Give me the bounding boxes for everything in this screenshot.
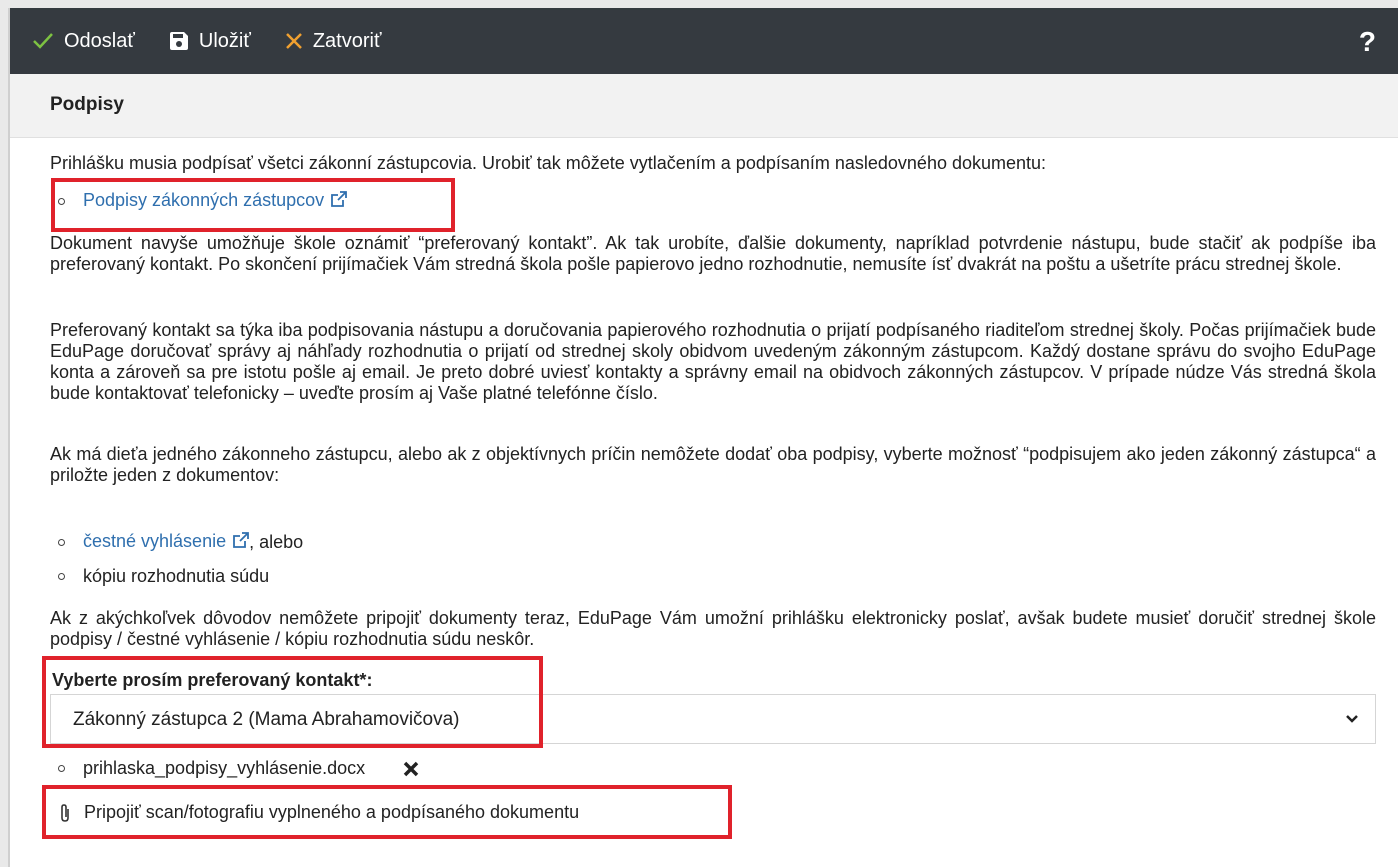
help-button[interactable]: ? xyxy=(1359,26,1376,58)
honest-declaration-link[interactable]: čestné vyhlásenie xyxy=(83,531,249,554)
later-submission-text: Ak z akýchkoľvek dôvodov nemôžete pripoj… xyxy=(50,608,1376,649)
application-form-window: Odoslať Uložiť Zatvoriť ? Podpisy Prihlá… xyxy=(8,8,1398,867)
highlight-box xyxy=(42,785,732,839)
external-link-icon xyxy=(232,532,249,554)
send-label: Odoslať xyxy=(64,29,135,52)
send-button[interactable]: Odoslať xyxy=(32,30,135,53)
intro-text: Prihlášku musia podpísať všetci zákonní … xyxy=(50,153,1047,173)
attached-file-name: prihlaska_podpisy_vyhlásenie.docx xyxy=(83,758,366,778)
highlight-box xyxy=(51,178,455,232)
honest-declaration-suffix: , alebo xyxy=(249,532,304,552)
toolbar: Odoslať Uložiť Zatvoriť ? xyxy=(10,8,1398,74)
section-title: Podpisy xyxy=(50,94,124,115)
close-icon xyxy=(285,32,303,50)
court-copy-text: kópiu rozhodnutia súdu xyxy=(83,566,270,586)
section-header: Podpisy xyxy=(10,74,1398,138)
chevron-down-icon xyxy=(1345,710,1359,731)
remove-file-icon[interactable] xyxy=(403,761,419,777)
bullet-icon xyxy=(58,765,65,772)
save-label: Uložiť xyxy=(198,29,251,52)
honest-declaration-list-item: čestné vyhlásenie , alebo xyxy=(50,531,303,554)
bullet-icon xyxy=(58,539,65,546)
checkmark-icon xyxy=(32,32,54,50)
bullet-icon xyxy=(58,573,65,580)
highlight-box xyxy=(42,656,543,748)
honest-declaration-label: čestné vyhlásenie xyxy=(83,531,227,551)
contact-info-text: Preferovaný kontakt sa týka iba podpisov… xyxy=(50,320,1376,403)
close-label: Zatvoriť xyxy=(312,29,382,52)
preferred-contact-text: Dokument navyše umožňuje škole oznámiť “… xyxy=(50,233,1376,274)
floppy-disk-icon xyxy=(169,31,189,51)
single-guardian-text: Ak má dieťa jedného zákonneho zástupcu, … xyxy=(50,444,1376,485)
court-copy-list-item: kópiu rozhodnutia súdu xyxy=(50,566,269,587)
attached-file-item: prihlaska_podpisy_vyhlásenie.docx xyxy=(50,758,419,779)
close-button[interactable]: Zatvoriť xyxy=(285,29,382,53)
save-button[interactable]: Uložiť xyxy=(169,30,251,53)
